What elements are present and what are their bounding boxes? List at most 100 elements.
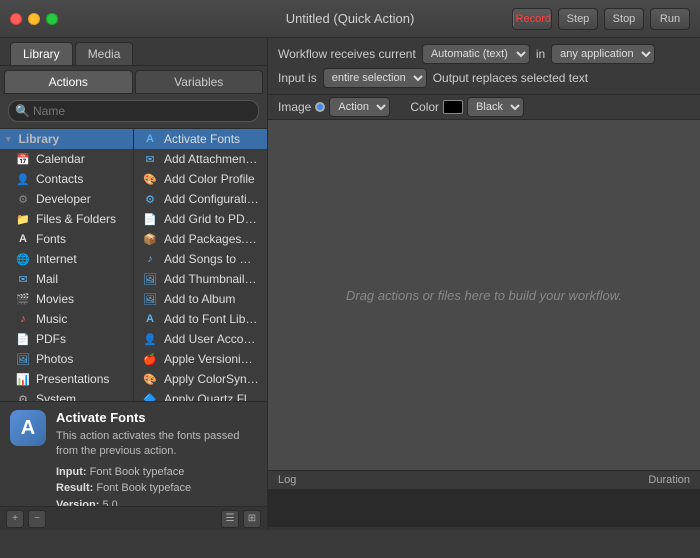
actions-tab[interactable]: Actions <box>4 70 133 94</box>
zoom-button[interactable] <box>46 13 58 25</box>
sidebar-item-pdfs[interactable]: 📄 PDFs <box>0 329 133 349</box>
log-area: Log Duration <box>268 470 700 530</box>
actions-vars-tabs: Actions Variables <box>0 66 267 94</box>
activate-fonts-icon: A <box>142 131 158 147</box>
output-label: Output replaces selected text <box>433 71 588 85</box>
library-tab[interactable]: Library <box>10 42 73 65</box>
files-icon: 📁 <box>16 212 30 226</box>
mail-icon: ✉ <box>16 272 30 286</box>
movies-icon: 🎬 <box>16 292 30 306</box>
sidebar-item-photos[interactable]: 🖼 Photos <box>0 349 133 369</box>
action-item-add-color-profile[interactable]: 🎨 Add Color Profile <box>134 169 267 189</box>
action-item-add-thumbnail[interactable]: 🖼 Add Thumbnail...n to Image Files <box>134 269 267 289</box>
receives-select[interactable]: Automatic (text) <box>422 44 530 64</box>
color-label: Color <box>410 100 439 114</box>
action-item-add-album[interactable]: 🖼 Add to Album <box>134 289 267 309</box>
input-is-label: Input is <box>278 71 317 85</box>
log-label: Log <box>278 474 296 486</box>
info-description: This action activates the fonts passed f… <box>56 429 257 460</box>
info-input-label: Input: <box>56 466 87 478</box>
info-input-value: Font Book typeface <box>90 466 185 478</box>
action-item-activate-fonts[interactable]: A Activate Fonts <box>134 129 267 149</box>
action-item-add-grid-pdf[interactable]: 📄 Add Grid to PDF Documents <box>134 209 267 229</box>
sidebar-item-files-folders[interactable]: 📁 Files & Folders <box>0 209 133 229</box>
sidebar-item-presentations[interactable]: 📊 Presentations <box>0 369 133 389</box>
sidebar-item-mail[interactable]: ✉ Mail <box>0 269 133 289</box>
add-action-button[interactable]: + <box>6 510 24 528</box>
run-button[interactable]: Run <box>650 8 690 30</box>
info-panel: A Activate Fonts This action activates t… <box>0 401 267 506</box>
sidebar-item-developer[interactable]: ⚙ Developer <box>0 189 133 209</box>
chevron-down-icon: ▾ <box>6 134 11 145</box>
stop-button[interactable]: Stop <box>604 8 644 30</box>
action-item-add-font-library[interactable]: A Add to Font Library <box>134 309 267 329</box>
grid-view-button[interactable]: ⊞ <box>243 510 261 528</box>
window-title: Untitled (Quick Action) <box>286 11 415 26</box>
sidebar-item-library[interactable]: ▾ Library <box>0 129 133 149</box>
action-item-add-config-profiles[interactable]: ⚙ Add Configuration Profiles <box>134 189 267 209</box>
sidebar-item-internet[interactable]: 🌐 Internet <box>0 249 133 269</box>
search-icon: 🔍 <box>15 104 30 118</box>
left-bottom-bar: + − ☰ ⊞ <box>0 506 267 530</box>
info-action-icon: A <box>10 410 46 446</box>
color-select[interactable]: Black <box>467 97 524 117</box>
image-color-row: Image Action Color Black <box>268 95 700 120</box>
sidebar: ▾ Library 📅 Calendar 👤 Contacts ⚙ Develo… <box>0 129 134 401</box>
record-button[interactable]: Record <box>512 8 552 30</box>
action-item-add-packages[interactable]: 📦 Add Packages...st-Install Scripts <box>134 229 267 249</box>
color-field: Color Black <box>410 97 524 117</box>
variables-tab[interactable]: Variables <box>135 70 264 94</box>
media-tab[interactable]: Media <box>75 42 134 65</box>
internet-icon: 🌐 <box>16 252 30 266</box>
add-attachments-icon: ✉ <box>142 151 158 167</box>
add-grid-pdf-icon: 📄 <box>142 211 158 227</box>
info-result-label: Result: <box>56 482 93 494</box>
receives-label: Workflow receives current <box>278 47 416 61</box>
sidebar-item-calendar[interactable]: 📅 Calendar <box>0 149 133 169</box>
application-select[interactable]: any application <box>551 44 655 64</box>
search-box: 🔍 <box>0 94 267 129</box>
photos-icon: 🖼 <box>16 352 30 366</box>
minimize-button[interactable] <box>28 13 40 25</box>
workflow-canvas: Drag actions or files here to build your… <box>268 120 700 470</box>
add-songs-icon: ♪ <box>142 251 158 267</box>
search-input[interactable] <box>8 100 259 122</box>
fonts-icon: A <box>16 232 30 246</box>
sidebar-item-movies[interactable]: 🎬 Movies <box>0 289 133 309</box>
in-label: in <box>536 47 545 61</box>
image-select[interactable]: Action <box>329 97 390 117</box>
image-radio[interactable] <box>315 102 325 112</box>
close-button[interactable] <box>10 13 22 25</box>
image-field: Image Action <box>278 97 390 117</box>
title-bar: Untitled (Quick Action) Record Step Stop… <box>0 0 700 38</box>
action-item-apply-colorsync[interactable]: 🎨 Apply ColorSyn...rofile to Images <box>134 369 267 389</box>
add-user-account-icon: 👤 <box>142 331 158 347</box>
action-item-add-user-account[interactable]: 👤 Add User Account <box>134 329 267 349</box>
remove-action-button[interactable]: − <box>28 510 46 528</box>
canvas-placeholder-text: Drag actions or files here to build your… <box>346 288 622 303</box>
sidebar-item-music[interactable]: ♪ Music <box>0 309 133 329</box>
step-button[interactable]: Step <box>558 8 598 30</box>
presentations-icon: 📊 <box>16 372 30 386</box>
action-item-apple-versioning[interactable]: 🍎 Apple Versioning Tool <box>134 349 267 369</box>
action-item-add-songs[interactable]: ♪ Add Songs to Playlist <box>134 249 267 269</box>
add-packages-icon: 📦 <box>142 231 158 247</box>
action-item-apply-quartz-images[interactable]: 🔷 Apply Quartz Fl...r to Image Files <box>134 389 267 401</box>
workflow-input-row: Input is entire selection Output replace… <box>278 68 690 88</box>
add-thumbnail-icon: 🖼 <box>142 271 158 287</box>
apple-versioning-icon: 🍎 <box>142 351 158 367</box>
music-icon: ♪ <box>16 312 30 326</box>
sidebar-item-system[interactable]: ⚙ System <box>0 389 133 401</box>
apply-quartz-images-icon: 🔷 <box>142 391 158 401</box>
log-content <box>268 490 700 527</box>
info-result-value: Font Book typeface <box>96 482 191 494</box>
input-is-select[interactable]: entire selection <box>323 68 427 88</box>
add-album-icon: 🖼 <box>142 291 158 307</box>
color-swatch <box>443 100 463 114</box>
toolbar-buttons: Record Step Stop Run <box>512 8 690 30</box>
sidebar-item-fonts[interactable]: A Fonts <box>0 229 133 249</box>
list-view-button[interactable]: ☰ <box>221 510 239 528</box>
sidebar-item-contacts[interactable]: 👤 Contacts <box>0 169 133 189</box>
pdfs-icon: 📄 <box>16 332 30 346</box>
action-item-add-attachments[interactable]: ✉ Add Attachmen...Front Message <box>134 149 267 169</box>
